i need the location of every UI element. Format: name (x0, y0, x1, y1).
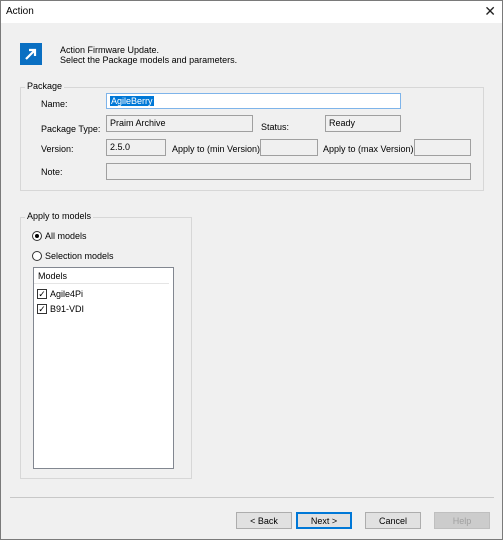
models-header-label: Models (38, 271, 68, 281)
version-field[interactable]: 2.5.0 (106, 139, 166, 156)
status-label: Status: (261, 122, 290, 132)
back-button[interactable]: < Back (236, 512, 292, 529)
header-line1: Action Firmware Update. (60, 45, 160, 55)
name-label: Name: (41, 99, 68, 109)
footer-separator (10, 497, 494, 498)
version-value: 2.5.0 (110, 142, 131, 152)
package-type-value: Praim Archive (110, 118, 166, 128)
model-label: Agile4Pi (50, 289, 84, 299)
name-value: AgileBerry (110, 96, 154, 106)
cancel-button[interactable]: Cancel (365, 512, 421, 529)
checkbox-checked-icon[interactable]: ✓ (37, 289, 47, 299)
models-listbox[interactable]: Models ✓ Agile4Pi ✓ B91-VDI (33, 267, 174, 469)
apply-models-legend: Apply to models (25, 211, 94, 221)
status-field: Ready (325, 115, 401, 132)
package-type-field: Praim Archive (106, 115, 253, 132)
max-version-field[interactable] (414, 139, 471, 156)
header-description: Action Firmware Update. Select the Packa… (60, 45, 237, 65)
close-icon[interactable]: ✕ (484, 3, 496, 20)
note-label: Note: (41, 167, 63, 177)
list-item-agile4pi[interactable]: ✓ Agile4Pi (37, 289, 83, 299)
radio-unchecked-icon (32, 251, 42, 261)
help-button[interactable]: Help (434, 512, 490, 529)
selection-models-radio[interactable]: Selection models (32, 251, 114, 261)
min-version-label: Apply to (min Version): (172, 144, 263, 154)
max-version-label: Apply to (max Version): (323, 144, 417, 154)
all-models-label: All models (45, 231, 87, 241)
all-models-radio[interactable]: All models (32, 231, 87, 241)
package-legend: Package (25, 81, 65, 91)
models-column-header[interactable]: Models (34, 268, 169, 284)
min-version-field[interactable] (260, 139, 318, 156)
name-field[interactable]: AgileBerry (106, 93, 401, 109)
package-type-label: Package Type: (41, 124, 101, 134)
selection-models-label: Selection models (45, 251, 114, 261)
checkbox-checked-icon[interactable]: ✓ (37, 304, 47, 314)
title-bar: Action ✕ (1, 1, 502, 23)
status-value: Ready (329, 118, 356, 128)
next-button[interactable]: Next > (296, 512, 352, 529)
radio-checked-icon (32, 231, 42, 241)
header-line2: Select the Package models and parameters… (60, 55, 238, 65)
list-item-b91-vdi[interactable]: ✓ B91-VDI (37, 304, 84, 314)
update-arrow-icon (20, 43, 42, 65)
action-dialog: Action ✕ Action Firmware Update. Select … (0, 0, 503, 540)
version-label: Version: (41, 144, 74, 154)
model-label: B91-VDI (50, 304, 85, 314)
window-title: Action (6, 6, 34, 17)
note-field[interactable] (106, 163, 471, 180)
